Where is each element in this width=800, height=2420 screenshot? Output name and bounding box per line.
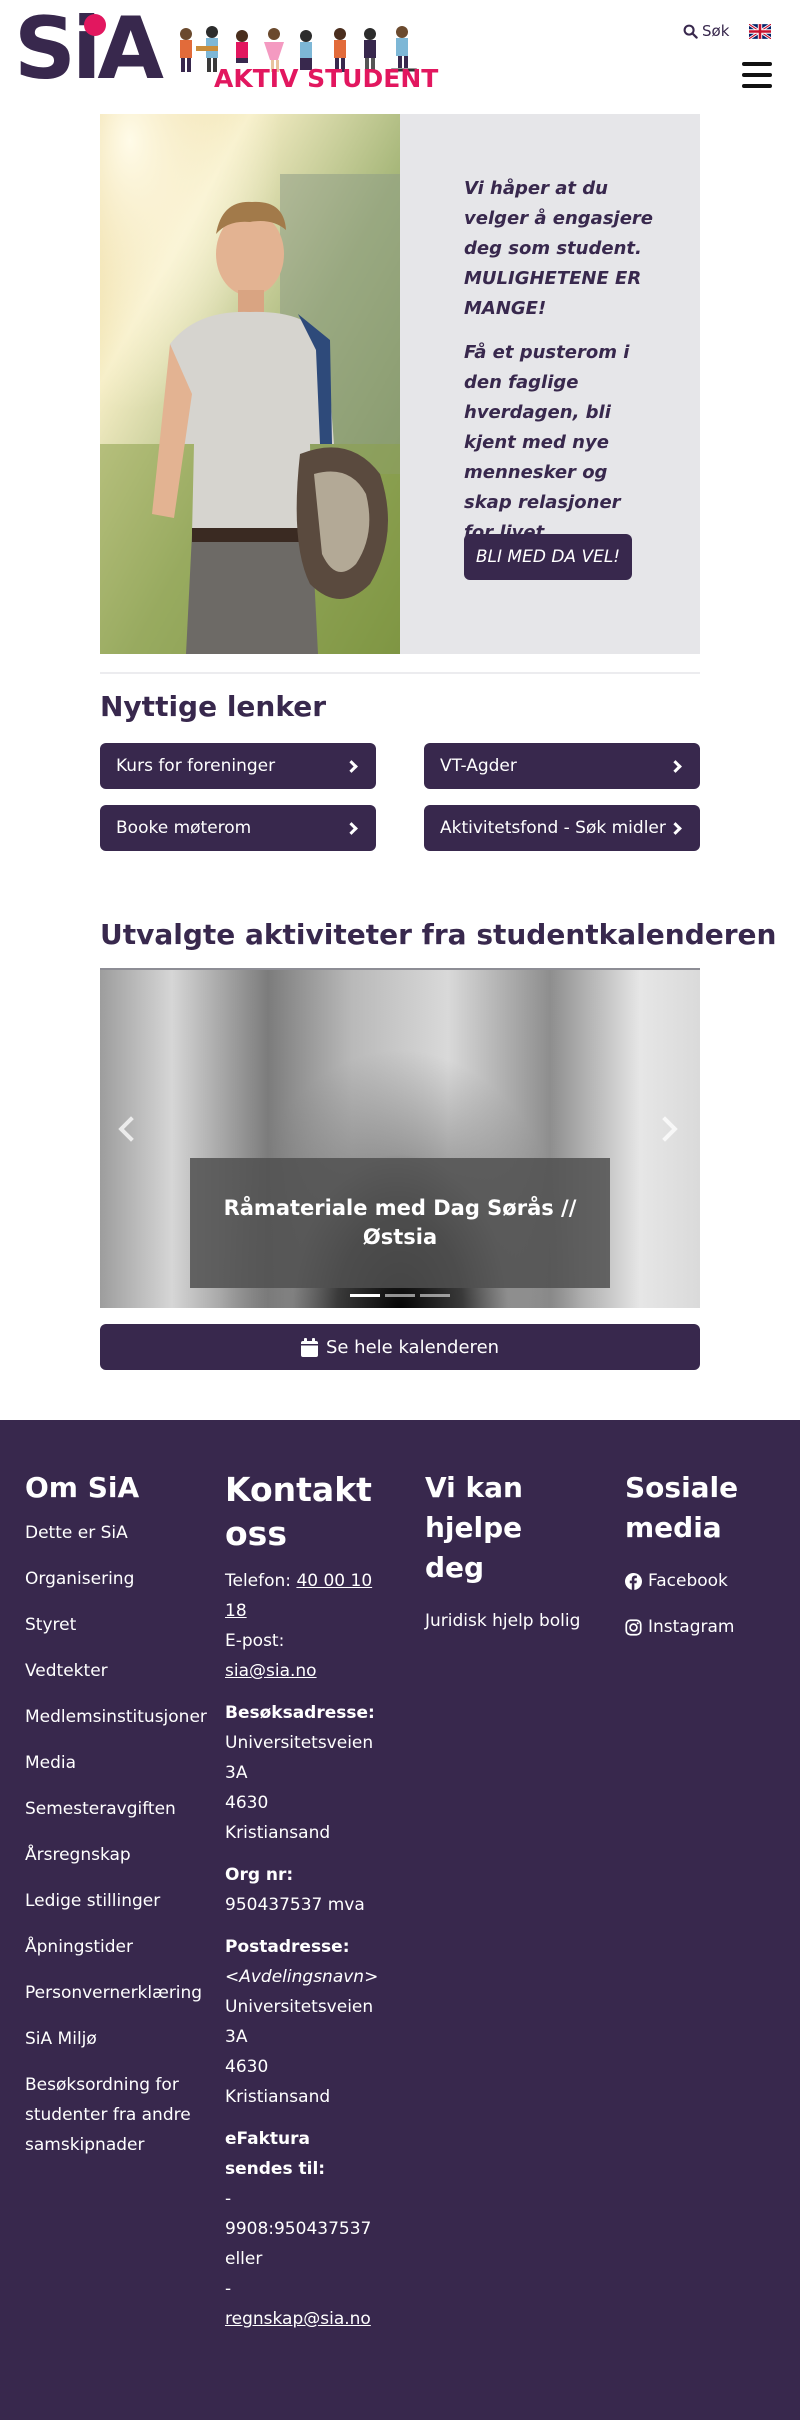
chevron-right-icon bbox=[345, 759, 358, 773]
org-number-label: Org nr: bbox=[225, 1865, 294, 1885]
footer-about-column: Om SiA Dette er SiA Organisering Styret Ved… bbox=[25, 1468, 207, 2176]
footer-about-link[interactable]: Årsregnskap bbox=[25, 1840, 205, 1870]
footer-contact-column: Kontakt oss Telefon: 40 00 10 18 E-post:… bbox=[225, 1468, 379, 2334]
footer-about-link[interactable]: Media bbox=[25, 1748, 205, 1778]
visit-address-label: Besøksadresse: bbox=[225, 1703, 375, 1723]
link-booke-moterom[interactable]: Booke møterom bbox=[100, 805, 376, 851]
post-department: <Avdelingsnavn> bbox=[225, 1967, 379, 1987]
org-number: 950437537 mva bbox=[225, 1895, 365, 1915]
footer-about-link[interactable]: SiA Miljø bbox=[25, 2024, 205, 2054]
calendar-icon bbox=[300, 1337, 318, 1357]
link-label: Kurs for foreninger bbox=[116, 756, 276, 776]
link-kurs-for-foreninger[interactable]: Kurs for foreninger bbox=[100, 743, 376, 789]
carousel-prev-icon[interactable] bbox=[118, 1116, 144, 1142]
carousel-indicators bbox=[350, 1294, 450, 1297]
aktiv-student-banner[interactable]: AKTIV STUDENT bbox=[172, 18, 442, 98]
email-label: E-post: bbox=[225, 1631, 285, 1651]
link-label: VT-Agder bbox=[440, 756, 517, 776]
footer-about-link[interactable]: Medlemsinstitusjoner bbox=[25, 1702, 207, 1732]
menu-bar bbox=[742, 84, 772, 88]
search-icon bbox=[683, 24, 698, 39]
invoice-line-1: - 9908:950437537 eller bbox=[225, 2189, 372, 2269]
post-address-label: Postadresse: bbox=[225, 1937, 350, 1957]
visit-street: Universitetsveien 3A bbox=[225, 1733, 374, 1783]
phone-line: Telefon: 40 00 10 18 bbox=[225, 1566, 375, 1626]
post-city: 4630 Kristiansand bbox=[225, 2057, 331, 2107]
footer-help-heading: Vi kan hjelpe deg bbox=[425, 1471, 523, 1584]
site-footer: Om SiA Dette er SiA Organisering Styret Ved… bbox=[0, 1420, 800, 2420]
instagram-label: Instagram bbox=[648, 1617, 735, 1637]
invoice-label: eFaktura sendes til: bbox=[225, 2129, 326, 2179]
invoice-email-link[interactable]: regnskap@sia.no bbox=[225, 2309, 371, 2329]
carousel-indicator[interactable] bbox=[420, 1294, 450, 1297]
useful-links-heading: Nyttige lenker bbox=[100, 690, 327, 723]
site-header: SiA AKTIV STUDENT Søk bbox=[0, 0, 800, 110]
student-photo bbox=[100, 114, 400, 654]
section-divider bbox=[100, 672, 700, 674]
facebook-link[interactable]: Facebook bbox=[625, 1566, 785, 1596]
phone-label: Telefon: bbox=[225, 1571, 292, 1591]
slide-caption-text: Råmateriale med Dag Sørås // Østsia bbox=[223, 1196, 577, 1249]
link-aktivitetsfond[interactable]: Aktivitetsfond - Søk midler bbox=[424, 805, 700, 851]
carousel-next-icon[interactable] bbox=[652, 1116, 678, 1142]
search-label: Søk bbox=[702, 22, 730, 40]
footer-social-column: Sosiale media Facebook Instagram bbox=[625, 1468, 785, 1658]
hero-paragraph-2: Få et pusterom i den faglige hverdagen, … bbox=[464, 342, 630, 543]
calendar-heading: Utvalgte aktiviteter fra studentkalender… bbox=[100, 918, 777, 951]
footer-about-links: Dette er SiA Organisering Styret Vedtekter M… bbox=[25, 1518, 207, 2160]
uk-flag-icon[interactable] bbox=[749, 24, 771, 39]
events-carousel[interactable]: Råmateriale med Dag Sørås // Østsia bbox=[100, 970, 700, 1308]
student-photo-illustration bbox=[100, 114, 400, 654]
logo-text: SiA bbox=[14, 0, 164, 99]
slide-caption[interactable]: Råmateriale med Dag Sørås // Østsia bbox=[190, 1158, 610, 1288]
link-vt-agder[interactable]: VT-Agder bbox=[424, 743, 700, 789]
menu-bar bbox=[742, 73, 772, 77]
link-label: Booke møterom bbox=[116, 818, 252, 838]
chevron-right-icon bbox=[669, 759, 682, 773]
facebook-label: Facebook bbox=[648, 1571, 728, 1591]
facebook-icon bbox=[625, 1572, 642, 1590]
footer-about-link[interactable]: Besøksordning for studenter fra andre sa… bbox=[25, 2070, 205, 2160]
chevron-right-icon bbox=[345, 821, 358, 835]
email-link[interactable]: sia@sia.no bbox=[225, 1656, 375, 1686]
footer-about-link[interactable]: Semesteravgiften bbox=[25, 1794, 205, 1824]
footer-help-column: Vi kan hjelpe deg Juridisk hjelp bolig bbox=[425, 1468, 585, 1652]
juridisk-hjelp-link[interactable]: Juridisk hjelp bolig bbox=[425, 1606, 585, 1636]
post-street: Universitetsveien 3A bbox=[225, 1997, 374, 2047]
menu-bar bbox=[742, 62, 772, 66]
footer-social-heading: Sosiale media bbox=[625, 1471, 739, 1544]
invoice-line-2: - regnskap@sia.no bbox=[225, 2274, 375, 2334]
footer-about-link[interactable]: Vedtekter bbox=[25, 1656, 205, 1686]
invoice-dash: - bbox=[225, 2279, 232, 2299]
join-button[interactable]: BLI MED DA VEL! bbox=[464, 534, 632, 580]
hero-text: Vi håper at du velger å engasjere deg so… bbox=[464, 174, 654, 562]
search-link[interactable]: Søk bbox=[683, 22, 729, 40]
footer-contact-heading: Kontakt oss bbox=[225, 1470, 372, 1553]
hero-section: Vi håper at du velger å engasjere deg so… bbox=[100, 114, 700, 654]
see-all-calendar-label: Se hele kalenderen bbox=[325, 1336, 500, 1358]
footer-about-link[interactable]: Organisering bbox=[25, 1564, 205, 1594]
visit-city: 4630 Kristiansand bbox=[225, 1793, 331, 1843]
see-all-calendar-button[interactable]: Se hele kalenderen bbox=[100, 1324, 700, 1370]
instagram-link[interactable]: Instagram bbox=[625, 1612, 785, 1642]
carousel-indicator[interactable] bbox=[350, 1294, 380, 1297]
instagram-icon bbox=[625, 1618, 642, 1636]
footer-about-link[interactable]: Dette er SiA bbox=[25, 1518, 205, 1548]
footer-about-link[interactable]: Personvernerklæring bbox=[25, 1978, 205, 2008]
footer-about-link[interactable]: Styret bbox=[25, 1610, 205, 1640]
carousel-indicator[interactable] bbox=[385, 1294, 415, 1297]
logo-i-dot bbox=[84, 14, 106, 36]
footer-about-link[interactable]: Åpningstider bbox=[25, 1932, 205, 1962]
hamburger-menu-icon[interactable] bbox=[742, 62, 772, 88]
banner-title: AKTIV STUDENT bbox=[214, 64, 439, 93]
footer-about-heading: Om SiA bbox=[25, 1471, 140, 1504]
link-label: Aktivitetsfond - Søk midler bbox=[440, 818, 666, 838]
chevron-right-icon bbox=[669, 821, 682, 835]
footer-about-link[interactable]: Ledige stillinger bbox=[25, 1886, 205, 1916]
hero-paragraph-1: Vi håper at du velger å engasjere deg so… bbox=[464, 178, 653, 319]
